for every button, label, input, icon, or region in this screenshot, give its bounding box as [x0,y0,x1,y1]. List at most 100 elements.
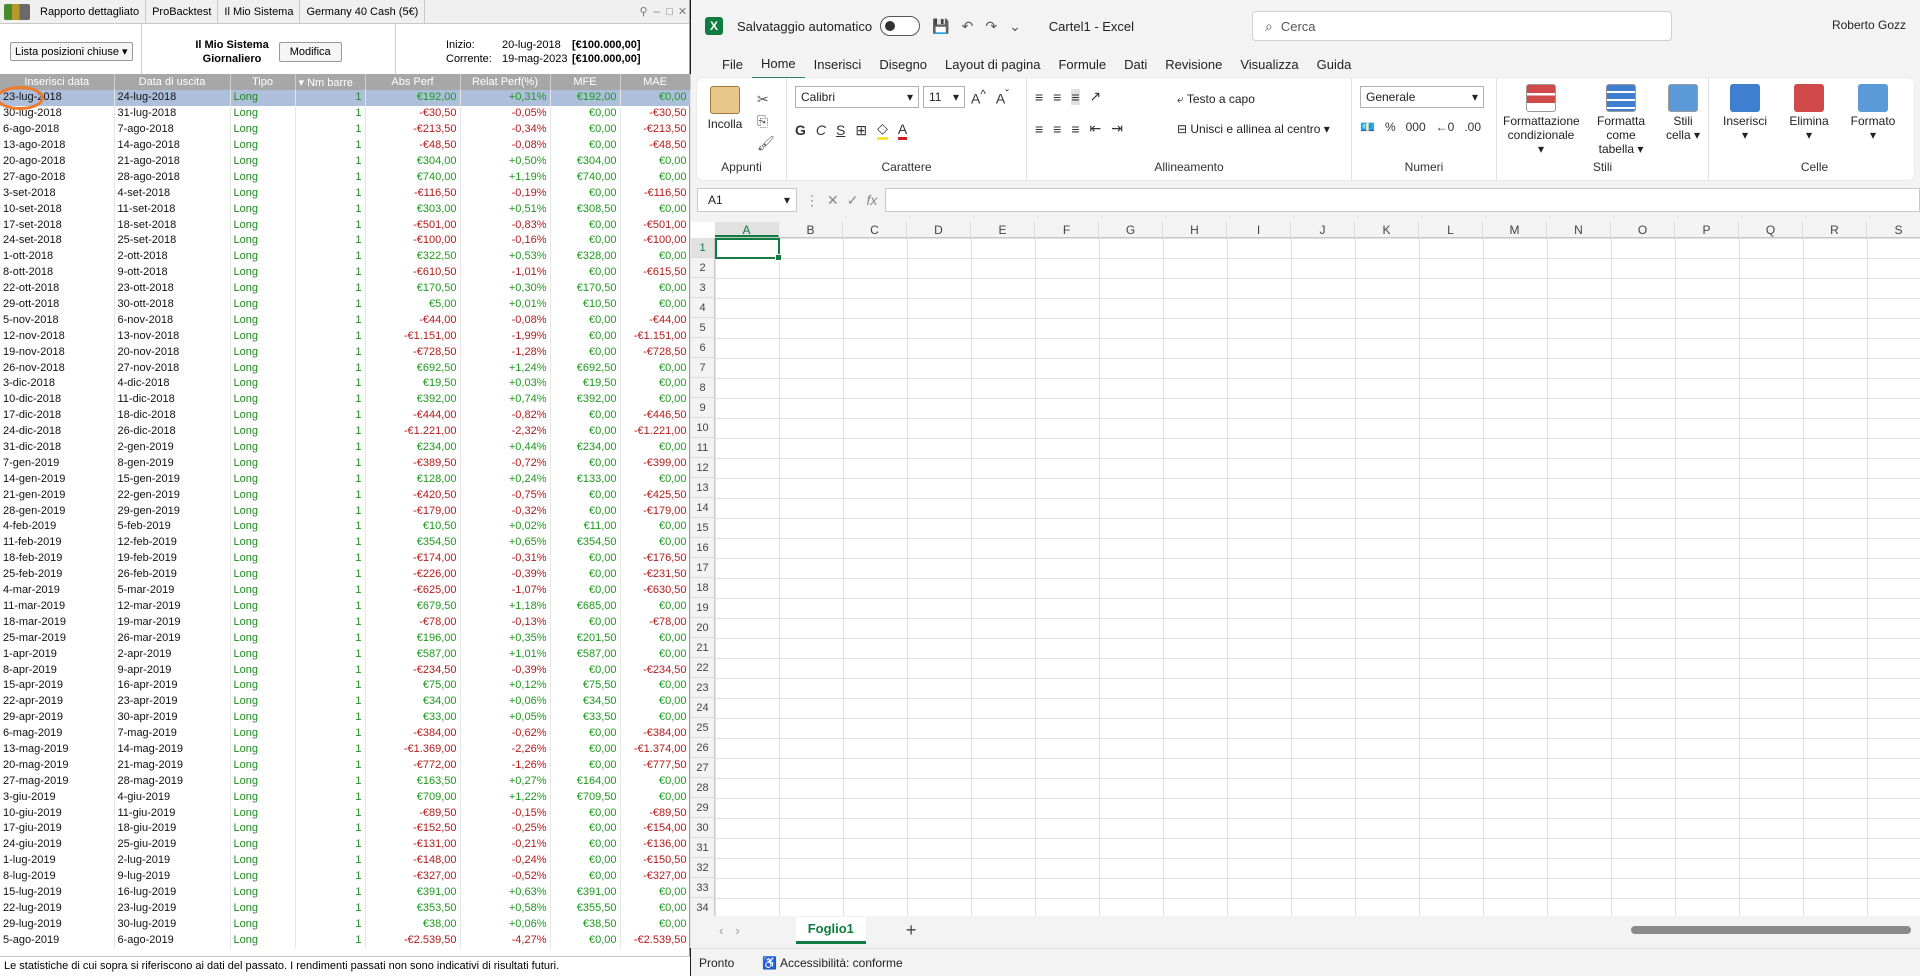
customize-toolbar-icon[interactable]: ⌄ [1009,18,1021,35]
row-header[interactable]: 22 [691,658,715,678]
row-header[interactable]: 7 [691,358,715,378]
row-header[interactable]: 10 [691,418,715,438]
column-header[interactable]: J [1291,222,1355,237]
table-row[interactable]: 15-apr-2019 16-apr-2019 Long 1 €75,00 +0,12% €… [0,677,691,694]
tab-review[interactable]: Revisione [1156,52,1231,78]
next-sheet-icon[interactable]: › [735,923,739,938]
row-header[interactable]: 17 [691,558,715,578]
table-row[interactable]: 10-dic-2018 11-dic-2018 Long 1 €392,00 +0,74%… [0,391,691,408]
row-header[interactable]: 19 [691,598,715,618]
column-header[interactable]: B [779,222,843,237]
row-header[interactable]: 14 [691,498,715,518]
column-header[interactable]: E [971,222,1035,237]
align-top-icon[interactable]: ≡ [1035,89,1043,105]
table-row[interactable]: 8-ott-2018 9-ott-2018 Long 1 -€610,50 -1,01% €… [0,264,691,281]
tab-probacktest[interactable]: ProBacktest [146,0,219,24]
table-row[interactable]: 17-set-2018 18-set-2018 Long 1 -€501,00 -0,83… [0,217,691,234]
table-row[interactable]: 14-gen-2019 15-gen-2019 Long 1 €128,00 +0,24%… [0,471,691,488]
row-header[interactable]: 32 [691,858,715,878]
table-row[interactable]: 24-set-2018 25-set-2018 Long 1 -€100,00 -0,16… [0,233,691,249]
table-row[interactable]: 3-giu-2019 4-giu-2019 Long 1 €709,00 +1,22% €7… [0,789,691,806]
borders-icon[interactable]: ⊞ [855,122,867,139]
tab-insert[interactable]: Inserisci [805,52,871,78]
column-header[interactable]: F [1035,222,1099,237]
table-row[interactable]: 28-gen-2019 29-gen-2019 Long 1 -€179,00 -0,32… [0,503,691,520]
table-row[interactable]: 17-dic-2018 18-dic-2018 Long 1 -€444,00 -0,82… [0,407,691,424]
table-row[interactable]: 12-nov-2018 13-nov-2018 Long 1 -€1.151,00 -1,… [0,328,691,345]
table-row[interactable]: 6-ago-2018 7-ago-2018 Long 1 -€213,50 -0,34% €… [0,121,691,138]
decrease-decimal-icon[interactable]: .00 [1464,120,1481,134]
tab-draw[interactable]: Disegno [870,52,936,78]
tab-file[interactable]: File [713,52,752,78]
orientation-icon[interactable]: ↗ [1090,88,1102,105]
row-header[interactable]: 31 [691,838,715,858]
row-header[interactable]: 5 [691,318,715,338]
sheet-tab[interactable]: Foglio1 [795,916,866,944]
tab-data[interactable]: Dati [1115,52,1156,78]
column-header-entry-date[interactable]: Inserisci data [0,74,115,90]
prev-sheet-icon[interactable]: ‹ [719,923,723,938]
column-header-abs-perf[interactable]: Abs Perf [365,74,461,90]
font-color-icon[interactable]: A [897,121,908,140]
user-name[interactable]: Roberto Gozz [1832,18,1906,32]
table-row[interactable]: 11-mar-2019 12-mar-2019 Long 1 €679,50 +1,18%… [0,598,691,615]
table-row[interactable]: 18-mar-2019 19-mar-2019 Long 1 -€78,00 -0,13%… [0,614,691,631]
table-row[interactable]: 15-lug-2019 16-lug-2019 Long 1 €391,00 +0,63%… [0,884,691,901]
table-row[interactable]: 18-feb-2019 19-feb-2019 Long 1 -€174,00 -0,31… [0,550,691,567]
row-header[interactable]: 12 [691,458,715,478]
autosave-toggle[interactable] [880,16,921,36]
copy-icon[interactable]: ⎘ [757,110,775,132]
row-header[interactable]: 24 [691,698,715,718]
column-header-mae[interactable]: MAE [620,74,691,90]
increase-decimal-icon[interactable]: ←0 [1436,120,1455,134]
column-header[interactable]: G [1099,222,1163,237]
column-header-type[interactable]: Tipo [230,74,296,90]
table-row[interactable]: 21-gen-2019 22-gen-2019 Long 1 -€420,50 -0,75… [0,487,691,504]
column-header[interactable]: S [1867,222,1920,237]
column-header-mfe[interactable]: MFE [550,74,621,90]
column-header[interactable]: D [907,222,971,237]
table-row[interactable]: 6-mag-2019 7-mag-2019 Long 1 -€384,00 -0,62% €… [0,725,691,742]
row-header[interactable]: 1 [691,238,715,258]
row-header[interactable]: 13 [691,478,715,498]
table-row[interactable]: 8-apr-2019 9-apr-2019 Long 1 -€234,50 -0,39% €… [0,662,691,678]
more-icon[interactable]: ⋮ [805,192,819,209]
table-row[interactable]: 13-mag-2019 14-mag-2019 Long 1 -€1.369,00 -2,… [0,741,691,758]
insert-function-icon[interactable]: fx [866,192,877,209]
column-header-bars[interactable]: ▾ Nm barre [295,74,366,90]
column-header[interactable]: Q [1739,222,1803,237]
align-center-icon[interactable]: ≡ [1053,121,1061,137]
table-row[interactable]: 20-mag-2019 21-mag-2019 Long 1 -€772,00 -1,26… [0,757,691,774]
close-icon[interactable]: ✕ [676,5,689,18]
align-left-icon[interactable]: ≡ [1035,121,1043,137]
align-right-icon[interactable]: ≡ [1071,121,1079,137]
table-row[interactable]: 4-mar-2019 5-mar-2019 Long 1 -€625,00 -1,07% €… [0,582,691,599]
row-header[interactable]: 11 [691,438,715,458]
column-header[interactable]: N [1547,222,1611,237]
cancel-icon[interactable]: ✕ [827,192,839,209]
table-row[interactable]: 27-mag-2019 28-mag-2019 Long 1 €163,50 +0,27%… [0,773,691,790]
table-row[interactable]: 29-lug-2019 30-lug-2019 Long 1 €38,00 +0,06% €… [0,916,691,933]
table-row[interactable]: 31-dic-2018 2-gen-2019 Long 1 €234,00 +0,44% €… [0,439,691,456]
closed-positions-dropdown[interactable]: Lista posizioni chiuse ▾ [10,42,133,61]
undo-icon[interactable]: ↶ [962,18,974,35]
row-header[interactable]: 26 [691,738,715,758]
save-icon[interactable]: 💾 [932,18,949,35]
table-row[interactable]: 20-ago-2018 21-ago-2018 Long 1 €304,00 +0,50%… [0,153,691,170]
table-row[interactable]: 19-nov-2018 20-nov-2018 Long 1 -€728,50 -1,28… [0,344,691,361]
tab-instrument[interactable]: Germany 40 Cash (5€) [300,0,426,24]
table-row[interactable]: 4-feb-2019 5-feb-2019 Long 1 €10,50 +0,02% €11… [0,519,691,535]
bold-button[interactable]: G [795,122,806,138]
insert-cells-button[interactable]: Inserisci ▾ [1715,84,1775,142]
row-header[interactable]: 27 [691,758,715,778]
active-cell[interactable] [715,238,782,261]
formula-input[interactable] [885,188,1920,212]
tab-help[interactable]: Guida [1308,52,1361,78]
italic-button[interactable]: C [816,122,826,138]
table-row[interactable]: 5-nov-2018 6-nov-2018 Long 1 -€44,00 -0,08% €0… [0,312,691,329]
table-row[interactable]: 10-giu-2019 11-giu-2019 Long 1 -€89,50 -0,15%… [0,805,691,821]
increase-font-icon[interactable]: A^ [971,88,986,107]
row-header[interactable]: 2 [691,258,715,278]
column-header-exit-date[interactable]: Data di uscita [114,74,231,90]
column-header[interactable]: I [1227,222,1291,237]
